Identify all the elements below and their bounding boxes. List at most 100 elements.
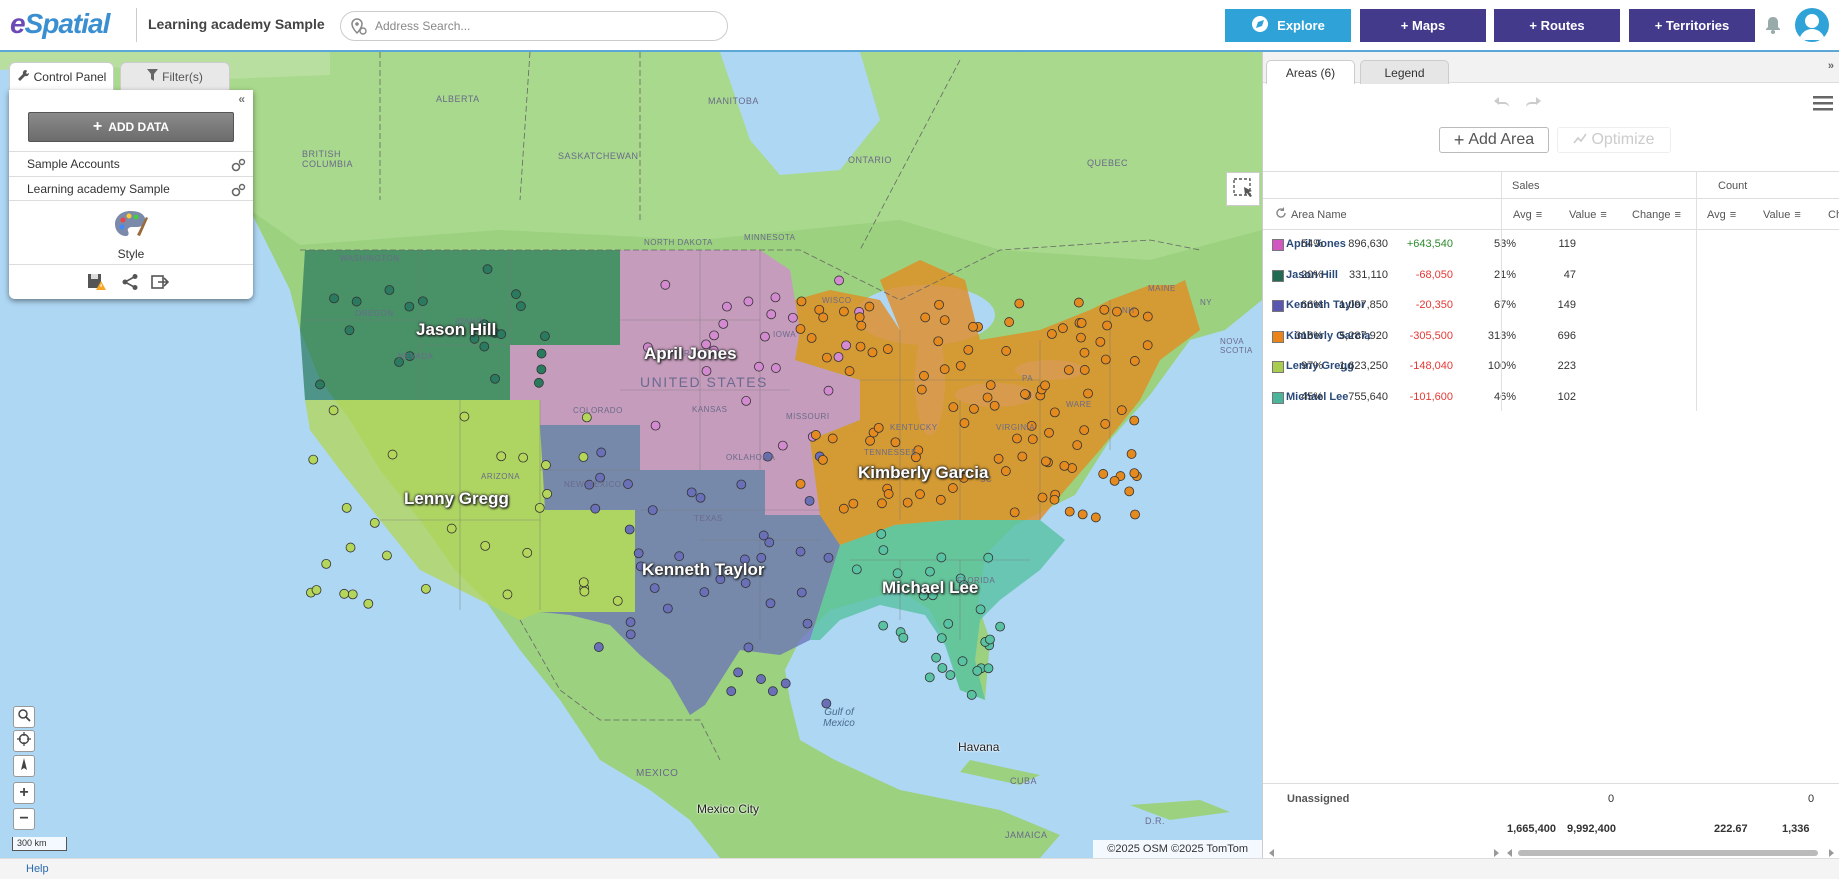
account-point[interactable] xyxy=(924,672,935,683)
account-point[interactable] xyxy=(878,545,889,556)
account-point[interactable] xyxy=(838,503,849,514)
account-point[interactable] xyxy=(877,498,887,509)
account-point[interactable] xyxy=(736,479,747,490)
account-point[interactable] xyxy=(802,618,813,629)
account-point[interactable] xyxy=(1083,388,1093,399)
account-point[interactable] xyxy=(578,577,589,588)
account-point[interactable] xyxy=(795,324,806,334)
account-point[interactable] xyxy=(311,585,322,595)
account-point[interactable] xyxy=(919,370,929,381)
account-point[interactable] xyxy=(873,422,884,433)
account-point[interactable] xyxy=(985,380,996,391)
area-color-swatch[interactable] xyxy=(1272,330,1284,343)
tab-filters[interactable]: Filter(s) xyxy=(120,62,230,90)
area-color-swatch[interactable] xyxy=(1272,269,1284,282)
tab-areas[interactable]: Areas (6) xyxy=(1266,60,1355,84)
table-row[interactable]: Kimberly Garcia318%5,287,920-305,500313%… xyxy=(1263,322,1839,353)
account-point[interactable] xyxy=(496,451,507,462)
account-point[interactable] xyxy=(898,632,909,643)
account-point[interactable] xyxy=(890,437,901,448)
account-point[interactable] xyxy=(806,333,817,343)
account-point[interactable] xyxy=(662,603,673,614)
account-point[interactable] xyxy=(1079,365,1090,375)
share-icon[interactable] xyxy=(121,273,139,294)
lasso-select-tool[interactable] xyxy=(1226,172,1260,206)
account-point[interactable] xyxy=(1040,456,1051,467)
account-point[interactable] xyxy=(902,497,913,508)
account-point[interactable] xyxy=(624,524,635,535)
account-point[interactable] xyxy=(780,678,791,689)
account-point[interactable] xyxy=(959,418,970,428)
address-search-input[interactable] xyxy=(375,17,715,35)
column-count-avg[interactable]: Avg ≡ xyxy=(1707,199,1736,230)
account-point[interactable] xyxy=(841,340,852,351)
account-point[interactable] xyxy=(369,517,380,528)
account-point[interactable] xyxy=(516,301,526,312)
refresh-icon[interactable] xyxy=(1275,207,1287,222)
column-area-name[interactable]: Area Name xyxy=(1275,199,1347,230)
account-point[interactable] xyxy=(854,312,865,323)
account-point[interactable] xyxy=(344,325,355,336)
account-point[interactable] xyxy=(1049,494,1060,505)
optimize-button[interactable]: Optimize xyxy=(1557,127,1671,153)
account-point[interactable] xyxy=(593,642,604,652)
account-point[interactable] xyxy=(968,321,978,332)
account-point[interactable] xyxy=(1116,405,1127,416)
account-point[interactable] xyxy=(446,523,457,534)
account-point[interactable] xyxy=(733,667,744,678)
account-point[interactable] xyxy=(823,385,834,396)
account-point[interactable] xyxy=(1142,340,1153,351)
account-point[interactable] xyxy=(511,289,521,300)
undo-icon[interactable] xyxy=(1493,97,1511,112)
account-point[interactable] xyxy=(743,642,754,653)
table-row[interactable]: Kenneth Taylor 66% 1,097,850 -20,350 67% 149 xyxy=(1263,291,1839,322)
column-menu-icon[interactable]: ≡ xyxy=(1794,209,1800,221)
account-point[interactable] xyxy=(764,537,775,548)
account-point[interactable] xyxy=(937,663,948,673)
account-point[interactable] xyxy=(934,299,944,310)
account-point[interactable] xyxy=(865,435,875,446)
account-point[interactable] xyxy=(421,583,431,594)
account-point[interactable] xyxy=(578,452,589,462)
account-point[interactable] xyxy=(795,478,806,489)
account-point[interactable] xyxy=(404,301,415,312)
account-point[interactable] xyxy=(387,449,398,460)
tab-control-panel[interactable]: Control Panel xyxy=(9,62,114,90)
account-point[interactable] xyxy=(1004,317,1015,327)
user-avatar[interactable] xyxy=(1795,8,1829,42)
account-point[interactable] xyxy=(1100,419,1111,429)
area-color-swatch[interactable] xyxy=(1272,361,1284,373)
account-point[interactable] xyxy=(709,330,719,341)
account-point[interactable] xyxy=(933,336,944,347)
account-point[interactable] xyxy=(321,558,332,569)
account-point[interactable] xyxy=(876,529,887,539)
column-sales-avg[interactable]: Avg ≡ xyxy=(1513,199,1542,230)
account-point[interactable] xyxy=(920,312,931,323)
account-point[interactable] xyxy=(882,344,893,354)
area-color-swatch[interactable] xyxy=(1272,300,1284,312)
account-point[interactable] xyxy=(1064,506,1075,517)
account-point[interactable] xyxy=(536,364,547,375)
account-point[interactable] xyxy=(948,402,959,413)
account-point[interactable] xyxy=(1077,509,1088,520)
account-point[interactable] xyxy=(855,341,866,352)
account-point[interactable] xyxy=(1129,415,1140,426)
account-point[interactable] xyxy=(1079,425,1090,436)
expand-panel-icon[interactable]: » xyxy=(1828,60,1834,72)
account-point[interactable] xyxy=(943,618,954,629)
account-point[interactable] xyxy=(989,400,1000,411)
account-point[interactable] xyxy=(1046,329,1057,339)
column-menu-icon[interactable]: ≡ xyxy=(1536,209,1542,221)
account-point[interactable] xyxy=(1126,449,1137,459)
account-point[interactable] xyxy=(878,620,889,631)
account-point[interactable] xyxy=(1072,440,1083,451)
account-point[interactable] xyxy=(955,360,966,371)
account-point[interactable] xyxy=(1049,407,1060,418)
account-point[interactable] xyxy=(947,483,958,493)
account-point[interactable] xyxy=(770,292,781,303)
account-point[interactable] xyxy=(1142,311,1153,322)
account-point[interactable] xyxy=(983,552,994,563)
account-point[interactable] xyxy=(345,542,356,553)
address-search[interactable] xyxy=(340,11,728,41)
table-horizontal-scrollbar[interactable] xyxy=(1268,847,1836,857)
